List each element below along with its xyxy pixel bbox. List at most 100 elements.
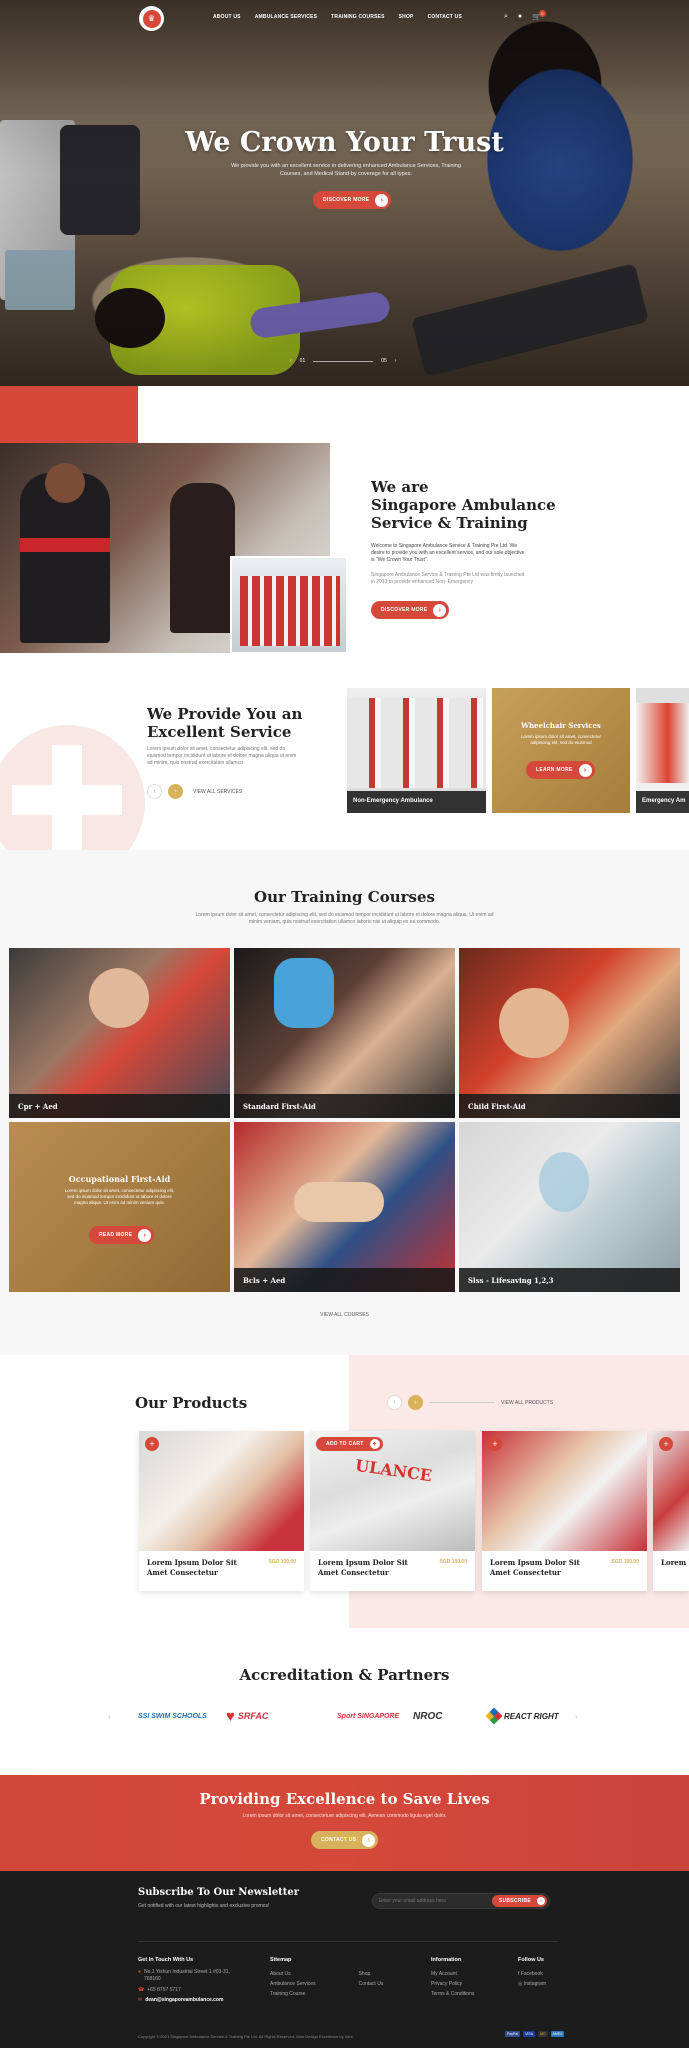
mastercard-icon: MC	[538, 2031, 548, 2037]
sitemap-link-training-course[interactable]: Training Course	[270, 1989, 316, 1999]
about-paragraph-2: Singapore Ambulance Service & Training P…	[371, 572, 525, 585]
slider-next-icon[interactable]: ›	[395, 358, 397, 364]
newsletter-text: Get notified with our latest highlights …	[138, 1903, 270, 1909]
service-card-non-emergency[interactable]: Non-Emergency Ambulance	[347, 688, 486, 813]
services-text: Lorem ipsum dolor sit amet, consectetur …	[147, 746, 297, 766]
cart-icon[interactable]: 🛒 0	[532, 10, 546, 21]
nav-training-courses[interactable]: TRAINING COURSES	[331, 14, 384, 20]
course-card-slss-lifesaving[interactable]: Slss - Lifesaving 1,2,3	[459, 1122, 680, 1292]
services-prev-button[interactable]: ‹	[147, 784, 162, 799]
add-icon[interactable]: +	[145, 1437, 159, 1451]
add-to-cart-button[interactable]: ADD TO CART +	[316, 1437, 383, 1451]
view-all-courses-link[interactable]: VIEW ALL COURSES	[0, 1312, 689, 1318]
about-accent-block	[0, 386, 138, 446]
partner-logo-text: REACT RIGHT	[504, 1711, 559, 1721]
cta-text: Lorem ipsum dolor sit amet, consectetuer…	[242, 1813, 447, 1819]
hero-section: ♛ ABOUT US AMBULANCE SERVICES TRAINING C…	[0, 0, 689, 386]
course-card-occupational-first-aid[interactable]: Occupational First-Aid Lorem ipsum dolor…	[9, 1122, 230, 1292]
course-label: Cpr + Aed	[9, 1094, 230, 1118]
training-text: Lorem ipsum dolor sit amet, consectetur …	[195, 912, 494, 925]
partner-logo-text: Sport SINGAPORE	[337, 1712, 400, 1720]
footer-email[interactable]: dean@singaporeambulance.com	[145, 1995, 223, 2005]
course-label: Slss - Lifesaving 1,2,3	[459, 1268, 680, 1292]
nav-contact-us[interactable]: CONTACT US	[428, 14, 462, 20]
user-icon[interactable]: ●	[518, 13, 522, 21]
learn-more-button[interactable]: LEARN MORE ›	[526, 761, 595, 779]
nav-shop[interactable]: SHOP	[399, 14, 414, 20]
info-link-my-account[interactable]: My Account	[431, 1969, 474, 1979]
products-next-button[interactable]: ›	[408, 1395, 423, 1410]
sitemap-link-ambulance-services[interactable]: Ambulance Services	[270, 1979, 316, 1989]
learn-more-label: LEARN MORE	[536, 767, 573, 773]
facebook-link[interactable]: f Facebook	[518, 1969, 546, 1979]
instagram-link[interactable]: ◎ Instagram	[518, 1979, 546, 1989]
add-icon[interactable]: +	[488, 1437, 502, 1451]
slider-progress	[313, 360, 374, 362]
add-icon[interactable]: +	[659, 1437, 673, 1451]
nav-about-us[interactable]: ABOUT US	[213, 14, 241, 20]
course-card-standard-first-aid[interactable]: Standard First-Aid	[234, 948, 455, 1118]
read-more-button[interactable]: READ MORE ›	[89, 1226, 155, 1244]
product-card[interactable]: + Lorem Ipsum Dolor Sit Amet Consectetur…	[139, 1431, 304, 1591]
service-card-wheelchair[interactable]: Wheelchair Services Lorem ipsum dolor si…	[492, 688, 630, 813]
partner-logo-nroc: NROC	[413, 1702, 442, 1730]
partner-logo-text: SRFAC	[237, 1711, 269, 1721]
about-title-line3: Service & Training	[371, 514, 528, 532]
product-price: SGD 100.00	[439, 1559, 467, 1565]
partner-logo-text: SSI SWIM SCHOOLS	[138, 1712, 207, 1720]
services-title-line2: Excellent Service	[147, 723, 292, 741]
newsletter-email-input[interactable]	[379, 1896, 489, 1906]
cart-badge: 0	[538, 10, 546, 17]
site-logo[interactable]: ♛	[139, 6, 164, 31]
service-card-emergency[interactable]: Emergency Am	[636, 688, 689, 813]
ambulance-lettering: ULANCE	[354, 1455, 434, 1486]
course-title: Occupational First-Aid	[68, 1174, 171, 1184]
about-inset-image	[230, 556, 348, 654]
footer-phone[interactable]: +65 8757 5717	[147, 1985, 181, 1995]
hero-button-label: DISCOVER MORE	[323, 197, 370, 203]
header-icons: ⌕ ● 🛒 0	[504, 10, 546, 21]
instagram-label: Instagram	[523, 1981, 546, 1987]
product-title: Lorem Ipsum Dolor Sit Am	[661, 1558, 689, 1567]
sitemap-link-about[interactable]: About Us	[270, 1969, 316, 1979]
mail-icon: ✉	[138, 1997, 143, 2003]
info-link-terms[interactable]: Terms & Conditions	[431, 1989, 474, 1999]
info-link-privacy-policy[interactable]: Privacy Policy	[431, 1979, 474, 1989]
nav-ambulance-services[interactable]: AMBULANCE SERVICES	[255, 14, 317, 20]
search-icon[interactable]: ⌕	[504, 13, 508, 21]
phone-icon: ☎	[138, 1987, 145, 1993]
products-controls: ‹ › VIEW ALL PRODUCTS	[387, 1395, 553, 1410]
hero-discover-button[interactable]: DISCOVER MORE ›	[313, 191, 392, 209]
products-title: Our Products	[135, 1394, 248, 1412]
partner-logo-react-right: REACT RIGHT	[485, 1702, 559, 1730]
contact-us-label: CONTACT US	[321, 1837, 357, 1843]
partners-next-icon[interactable]: ›	[575, 1712, 578, 1721]
view-all-services-link[interactable]: VIEW ALL SERVICES	[193, 789, 242, 795]
view-all-products-link[interactable]: VIEW ALL PRODUCTS	[501, 1400, 553, 1406]
products-prev-button[interactable]: ‹	[387, 1395, 402, 1410]
arrow-right-icon: ›	[375, 193, 389, 207]
services-next-button[interactable]: ›	[168, 784, 183, 799]
course-label: Bcls + Aed	[234, 1268, 455, 1292]
product-card[interactable]: + Lorem Ipsum Dolor Sit Amet Consectetur…	[482, 1431, 647, 1591]
footer-address: No.1 Yishun Industrial Street 1 #03-31, …	[144, 1969, 230, 1982]
sitemap-link-contact[interactable]: Contact Us	[359, 1979, 384, 1989]
course-card-bcls-aed[interactable]: Bcls + Aed	[234, 1122, 455, 1292]
course-label: Standard First-Aid	[234, 1094, 455, 1118]
course-card-child-first-aid[interactable]: Child First-Aid	[459, 948, 680, 1118]
about-image	[0, 443, 348, 654]
slider-prev-icon[interactable]: ‹	[290, 358, 292, 364]
about-discover-button[interactable]: DISCOVER MORE ›	[371, 601, 450, 619]
course-label: Child First-Aid	[459, 1094, 680, 1118]
logo-icon: ♛	[142, 9, 161, 28]
cta-section: Providing Excellence to Save Lives Lorem…	[0, 1775, 689, 1871]
contact-us-button[interactable]: CONTACT US ›	[311, 1831, 379, 1849]
sitemap-link-shop[interactable]: Shop	[359, 1969, 384, 1979]
hero-subtitle: We provide you with an excellent service…	[231, 163, 461, 177]
course-card-cpr[interactable]: Cpr + Aed	[9, 948, 230, 1118]
main-nav: ABOUT US AMBULANCE SERVICES TRAINING COU…	[213, 14, 462, 20]
subscribe-button[interactable]: SUBSCRIBE ›	[491, 1895, 547, 1907]
product-card[interactable]: + Lorem Ipsum Dolor Sit Am	[653, 1431, 689, 1591]
product-card[interactable]: ULANCE ADD TO CART + Lorem Ipsum Dolor Si…	[310, 1431, 475, 1591]
partners-prev-icon[interactable]: ‹	[108, 1712, 111, 1721]
